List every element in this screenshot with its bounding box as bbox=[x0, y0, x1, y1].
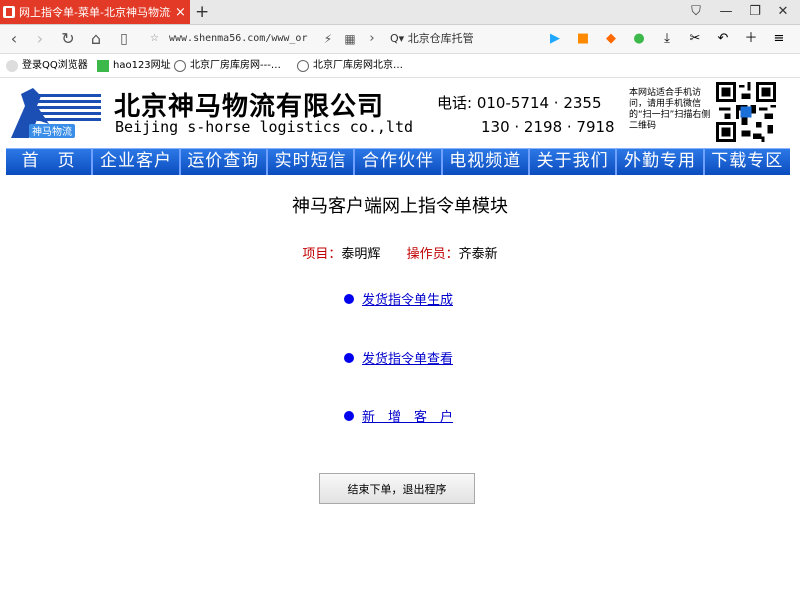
bookmark-warehouse-2[interactable]: 北京厂库房网北京… bbox=[297, 58, 403, 73]
project-label: 项目： bbox=[302, 247, 342, 262]
bullet-icon bbox=[344, 352, 354, 363]
video-play-icon[interactable]: ▶ bbox=[545, 29, 565, 49]
menu-partners[interactable]: 合作伙伴 bbox=[355, 148, 443, 175]
svg-text:神马物流: 神马物流 bbox=[32, 125, 72, 138]
download-icon[interactable]: ⤓ bbox=[657, 29, 677, 49]
forward-icon[interactable]: › bbox=[30, 29, 50, 49]
bullet-icon bbox=[344, 293, 354, 304]
url-text: www.shenma56.com/www_or bbox=[169, 33, 308, 44]
back-icon[interactable]: ‹ bbox=[4, 29, 24, 49]
search-icon: Q▾ bbox=[390, 32, 405, 45]
project-value: 泰明辉 bbox=[341, 247, 381, 262]
tab-close-icon[interactable]: × bbox=[175, 6, 186, 19]
qr-note: 本网站适合手机访问，请用手机微信的“扫一扫”扫描右侧二维码 bbox=[629, 88, 711, 131]
toolbar-icons: ▶ ■ ◆ ● ⤓ ✂ ↶ ＋ ≡ bbox=[545, 29, 797, 49]
hao123-icon bbox=[97, 59, 109, 72]
home-icon[interactable]: ⌂ bbox=[86, 29, 106, 49]
operator-value: 齐泰新 bbox=[458, 247, 498, 262]
active-tab[interactable]: 网上指令单-菜单-北京神马物流公司 × bbox=[0, 0, 190, 24]
menu-freight-query[interactable]: 运价查询 bbox=[180, 148, 268, 175]
bookmark-qq-login[interactable]: 登录QQ浏览器 bbox=[6, 58, 88, 73]
minimize-button[interactable]: — bbox=[716, 3, 736, 21]
menu-home[interactable]: 首 页 bbox=[6, 148, 94, 175]
tab-title: 网上指令单-菜单-北京神马物流公司 bbox=[19, 6, 171, 19]
camera-icon[interactable]: ■ bbox=[573, 29, 593, 49]
operator-label: 操作员： bbox=[406, 247, 459, 262]
page-header: 神马物流 北京神马物流有限公司 Beijing s-horse logistic… bbox=[0, 78, 800, 146]
session-info: 项目：泰明辉 操作员：齐泰新 bbox=[0, 243, 800, 262]
menu-enterprise-clients[interactable]: 企业客户 bbox=[93, 148, 181, 175]
navigation-bar: ‹ › ↻ ⌂ ▯ ☆ www.shenma56.com/www_or ⚡ ▦ … bbox=[0, 25, 800, 54]
globe-icon bbox=[174, 59, 186, 72]
bookmark-warehouse-1[interactable]: 北京厂房库房网---… bbox=[174, 58, 281, 73]
menu-field-staff[interactable]: 外勤专用 bbox=[617, 148, 705, 175]
menu-icon[interactable]: ≡ bbox=[769, 29, 789, 49]
phone-line-1: 电话: 010-5714 · 2355 bbox=[437, 94, 602, 112]
bookmark-label: hao123网址 bbox=[113, 60, 171, 71]
add-icon[interactable]: ＋ bbox=[741, 29, 761, 49]
site-menu: 首 页 企业客户 运价查询 实时短信 合作伙伴 电视频道 关于我们 外勤专用 下… bbox=[6, 148, 790, 175]
qr-code-icon bbox=[716, 82, 776, 142]
phone-line-2: 130 · 2198 · 7918 bbox=[481, 118, 615, 136]
add-customer-link[interactable]: 新 增 客 户 bbox=[344, 406, 453, 425]
cut-icon[interactable]: ✂ bbox=[685, 29, 705, 49]
page-title: 神马客户端网上指令单模块 bbox=[292, 196, 508, 217]
wechat-icon[interactable]: ● bbox=[629, 29, 649, 49]
bookmark-star-icon[interactable]: ☆ bbox=[150, 33, 159, 44]
reader-icon[interactable]: ▯ bbox=[114, 29, 134, 49]
link-label: 新 增 客 户 bbox=[362, 410, 454, 425]
qr-scan-icon[interactable]: ▦ bbox=[340, 29, 360, 49]
lightning-icon[interactable]: ⚡ bbox=[318, 29, 338, 49]
company-english-name: Beijing s-horse logistics co.,ltd bbox=[115, 118, 414, 136]
menu-realtime-sms[interactable]: 实时短信 bbox=[267, 148, 356, 175]
search-box[interactable]: Q▾ 北京仓库托管 bbox=[390, 29, 515, 49]
undo-icon[interactable]: ↶ bbox=[713, 29, 733, 49]
bookmarks-bar: 登录QQ浏览器 hao123网址 北京厂房库房网---… 北京厂库房网北京… bbox=[0, 54, 800, 78]
bookmark-label: 北京厂房库房网---… bbox=[190, 60, 281, 71]
exit-program-button[interactable]: 结束下单，退出程序 bbox=[319, 473, 475, 504]
menu-downloads[interactable]: 下载专区 bbox=[704, 148, 790, 175]
skin-icon[interactable]: ⛉ bbox=[686, 3, 706, 21]
company-logo: 神马物流 bbox=[7, 84, 103, 142]
link-label: 发货指令单生成 bbox=[362, 293, 454, 308]
new-tab-button[interactable]: + bbox=[195, 2, 209, 22]
globe-icon bbox=[297, 59, 309, 72]
menu-tv-channel[interactable]: 电视频道 bbox=[442, 148, 530, 175]
more-chevron-icon[interactable]: › bbox=[362, 29, 382, 49]
bullet-icon bbox=[344, 410, 354, 421]
close-window-button[interactable]: ✕ bbox=[773, 3, 793, 21]
link-label: 发货指令单查看 bbox=[362, 352, 454, 367]
search-text: 北京仓库托管 bbox=[407, 32, 474, 45]
bookmark-hao123[interactable]: hao123网址 bbox=[97, 58, 171, 73]
restore-button[interactable]: ❐ bbox=[745, 3, 765, 21]
tab-bar: 网上指令单-菜单-北京神马物流公司 × + ⛉ — ❐ ✕ bbox=[0, 0, 800, 25]
bookmark-label: 北京厂库房网北京… bbox=[313, 60, 403, 71]
game-icon[interactable]: ◆ bbox=[601, 29, 621, 49]
bookmark-label: 登录QQ浏览器 bbox=[22, 60, 88, 71]
user-icon bbox=[6, 59, 18, 72]
create-shipping-order-link[interactable]: 发货指令单生成 bbox=[344, 289, 453, 308]
menu-about-us[interactable]: 关于我们 bbox=[529, 148, 618, 175]
view-shipping-order-link[interactable]: 发货指令单查看 bbox=[344, 348, 453, 367]
site-favicon-icon bbox=[3, 6, 15, 18]
reload-icon[interactable]: ↻ bbox=[58, 29, 78, 49]
